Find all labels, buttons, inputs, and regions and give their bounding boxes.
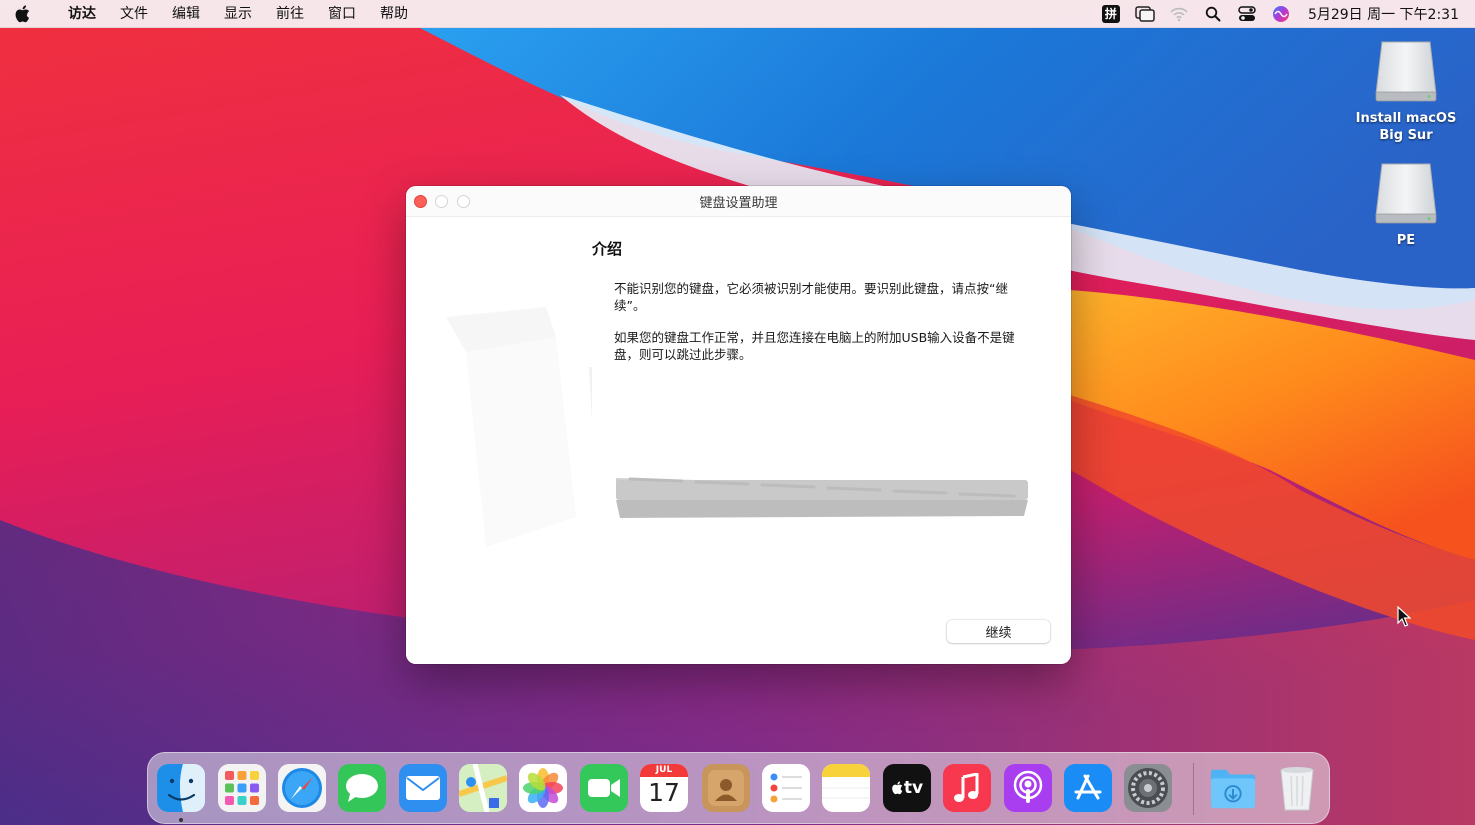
keyboard-setup-assistant-window: 键盘设置助理 介绍 不能识别您的键盘，它必须被识别才能使用。要识别此键盘，请点按…: [406, 186, 1071, 664]
dock-trash-icon[interactable]: [1273, 764, 1321, 812]
input-method-label: 拼: [1101, 4, 1120, 23]
desktop-icon-install-macos[interactable]: Install macOS Big Sur: [1341, 38, 1471, 144]
menu-bar: 访达 文件 编辑 显示 前往 窗口 帮助 拼 5月29日 周一 下午2:31: [0, 0, 1475, 28]
calendar-day: 17: [648, 778, 680, 807]
assistant-sidebar-illustration: [406, 217, 609, 664]
dock-system-preferences-icon[interactable]: [1124, 764, 1172, 812]
desktop-icon-label: PE: [1396, 233, 1416, 248]
intro-paragraph: 不能识别您的键盘，它必须被识别才能使用。要识别此键盘，请点按“继续”。: [614, 281, 1008, 313]
dock-launchpad-icon[interactable]: [218, 764, 266, 812]
screen-mirroring-icon[interactable]: [1128, 0, 1162, 28]
dock-finder-icon[interactable]: [157, 764, 205, 812]
menu-finder[interactable]: 访达: [56, 0, 108, 28]
dock-reminders-icon[interactable]: [762, 764, 810, 812]
status-area: 拼 5月29日 周一 下午2:31: [1094, 0, 1475, 28]
dock-music-icon[interactable]: [943, 764, 991, 812]
dock-safari-icon[interactable]: [278, 764, 326, 812]
search-icon[interactable]: [1196, 0, 1230, 28]
mouse-cursor-icon: [1397, 606, 1411, 627]
desktop-icon-pe[interactable]: PE: [1341, 160, 1471, 249]
dock-downloads-folder-icon[interactable]: [1209, 764, 1257, 812]
siri-icon[interactable]: [1264, 0, 1298, 28]
menu-view[interactable]: 显示: [212, 0, 264, 28]
section-title: 介绍: [592, 240, 623, 258]
dock-facetime-icon[interactable]: [580, 764, 628, 812]
close-button[interactable]: [414, 195, 427, 208]
menu-window[interactable]: 窗口: [316, 0, 368, 28]
window-title: 键盘设置助理: [699, 195, 778, 211]
wifi-icon[interactable]: [1162, 0, 1196, 28]
window-titlebar[interactable]: 键盘设置助理: [406, 186, 1071, 217]
keyboard-illustration: [616, 477, 1028, 518]
dock-photos-icon[interactable]: [519, 764, 567, 812]
menu-edit[interactable]: 编辑: [160, 0, 212, 28]
dock-maps-icon[interactable]: [459, 764, 507, 812]
menu-help[interactable]: 帮助: [368, 0, 420, 28]
input-method-icon[interactable]: 拼: [1094, 0, 1128, 28]
disk-drive-icon: [1375, 163, 1437, 224]
continue-button[interactable]: 继续: [947, 620, 1050, 643]
dock-calendar-icon[interactable]: JUL 17: [640, 764, 688, 812]
menu-file[interactable]: 文件: [108, 0, 160, 28]
calendar-month: JUL: [640, 764, 688, 777]
disk-drive-icon: [1375, 41, 1437, 102]
dock-podcasts-icon[interactable]: [1004, 764, 1052, 812]
dock-app-store-icon[interactable]: [1064, 764, 1112, 812]
menu-go[interactable]: 前往: [264, 0, 316, 28]
apple-tv-label: tv: [903, 778, 924, 798]
skip-paragraph: 如果您的键盘工作正常，并且您连接在电脑上的附加USB输入设备不是键盘，则可以跳过…: [614, 330, 1015, 362]
dock-apple-tv-icon[interactable]: tv: [883, 764, 931, 812]
zoom-button: [457, 195, 470, 208]
apple-logo-icon[interactable]: [14, 4, 56, 23]
dock-divider: [1193, 763, 1194, 815]
menu-clock[interactable]: 5月29日 周一 下午2:31: [1308, 4, 1459, 24]
dock-contacts-icon[interactable]: [702, 764, 750, 812]
dock-mail-icon[interactable]: [399, 764, 447, 812]
dock: JUL 17 tv: [147, 752, 1330, 824]
control-center-icon[interactable]: [1230, 0, 1264, 28]
minimize-button: [435, 195, 448, 208]
dock-messages-icon[interactable]: [338, 764, 386, 812]
finder-running-indicator: [179, 818, 183, 822]
dock-notes-icon[interactable]: [822, 764, 870, 812]
desktop-icon-label: Install macOS Big Sur: [1355, 111, 1457, 143]
